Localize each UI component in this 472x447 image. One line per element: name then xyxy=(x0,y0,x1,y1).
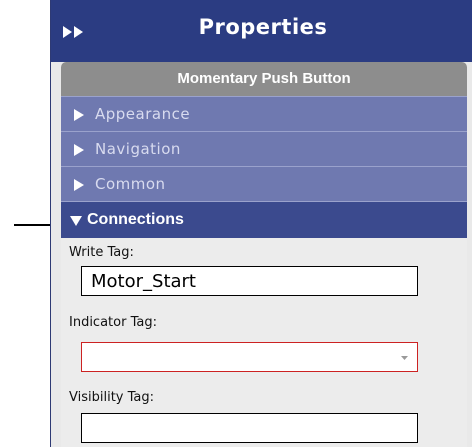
triangle-right-icon xyxy=(74,179,84,191)
section-label: Appearance xyxy=(95,105,191,123)
section-common[interactable]: Common xyxy=(61,166,467,201)
write-tag-field[interactable] xyxy=(81,266,418,296)
indicator-tag-dropdown[interactable] xyxy=(81,342,418,372)
write-tag-input[interactable] xyxy=(82,267,417,295)
section-label: Navigation xyxy=(95,140,181,158)
section-label: Connections xyxy=(87,211,184,228)
indicator-tag-label: Indicator Tag: xyxy=(69,315,157,330)
connections-form: Write Tag: Indicator Tag: Visibility Tag… xyxy=(61,238,467,447)
visibility-tag-field[interactable] xyxy=(81,413,418,443)
triangle-right-icon xyxy=(74,109,84,121)
properties-content: Momentary Push Button Appearance Navigat… xyxy=(61,62,467,447)
triangle-right-icon xyxy=(74,144,84,156)
write-tag-label: Write Tag: xyxy=(69,245,134,260)
section-label: Common xyxy=(95,175,166,193)
visibility-tag-label: Visibility Tag: xyxy=(69,390,155,405)
panel-title: Properties xyxy=(198,15,328,39)
visibility-tag-input[interactable] xyxy=(82,414,417,442)
section-navigation[interactable]: Navigation xyxy=(61,131,467,166)
triangle-down-icon xyxy=(70,216,82,226)
section-connections[interactable]: Connections xyxy=(61,201,467,238)
dropdown-arrow-icon[interactable] xyxy=(401,356,408,360)
object-type-header: Momentary Push Button xyxy=(61,62,467,96)
properties-title-bar: Properties xyxy=(51,0,472,62)
section-appearance[interactable]: Appearance xyxy=(61,96,467,131)
indicator-tag-input[interactable] xyxy=(82,343,417,371)
properties-panel: Properties Momentary Push Button Appeara… xyxy=(50,0,472,447)
